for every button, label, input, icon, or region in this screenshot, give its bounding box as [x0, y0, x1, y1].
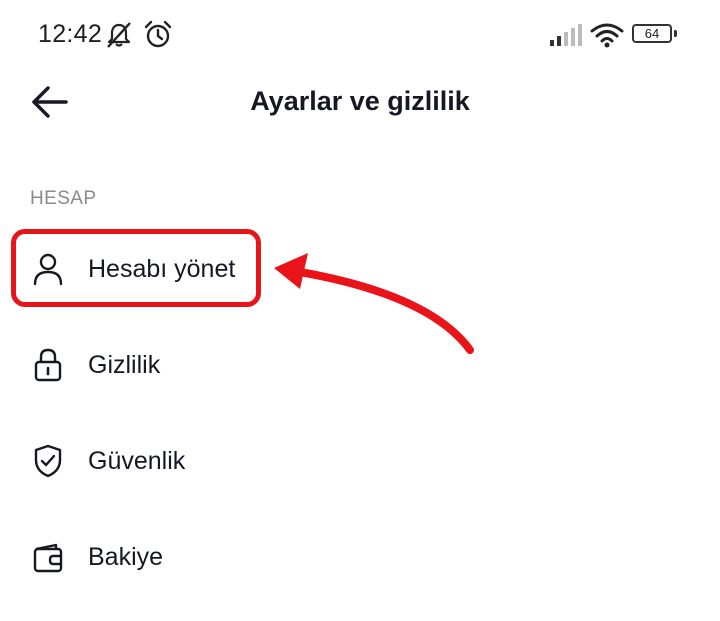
battery-level: 64: [644, 26, 660, 41]
mute-icon: [104, 20, 134, 50]
status-time: 12:42: [38, 20, 103, 48]
battery-icon: 64: [632, 24, 672, 43]
menu-item-label: Bakiye: [88, 543, 164, 571]
lock-icon: [32, 347, 64, 383]
page-title: Ayarlar ve gizlilik: [250, 86, 470, 116]
annotation-highlight-box: [11, 229, 261, 307]
battery-tip: [674, 30, 677, 37]
menu-item-balance[interactable]: Bakiye: [0, 517, 720, 597]
wallet-icon: [32, 539, 64, 575]
status-bar: 12:42 64: [0, 0, 720, 70]
shield-icon: [32, 443, 64, 479]
menu-item-label: Güvenlik: [88, 447, 186, 475]
alarm-icon: [142, 19, 174, 51]
wifi-icon: [590, 22, 624, 48]
signal-icon: [550, 24, 584, 46]
menu-item-security[interactable]: Güvenlik: [0, 421, 720, 501]
settings-screen: 12:42 64 Ayarlar ve gizlilik HESAP Hesab…: [0, 0, 720, 621]
page-header: Ayarlar ve gizlilik: [0, 70, 720, 132]
menu-item-label: Gizlilik: [88, 351, 161, 379]
section-header-account: HESAP: [30, 188, 97, 209]
menu-item-privacy[interactable]: Gizlilik: [0, 325, 720, 405]
